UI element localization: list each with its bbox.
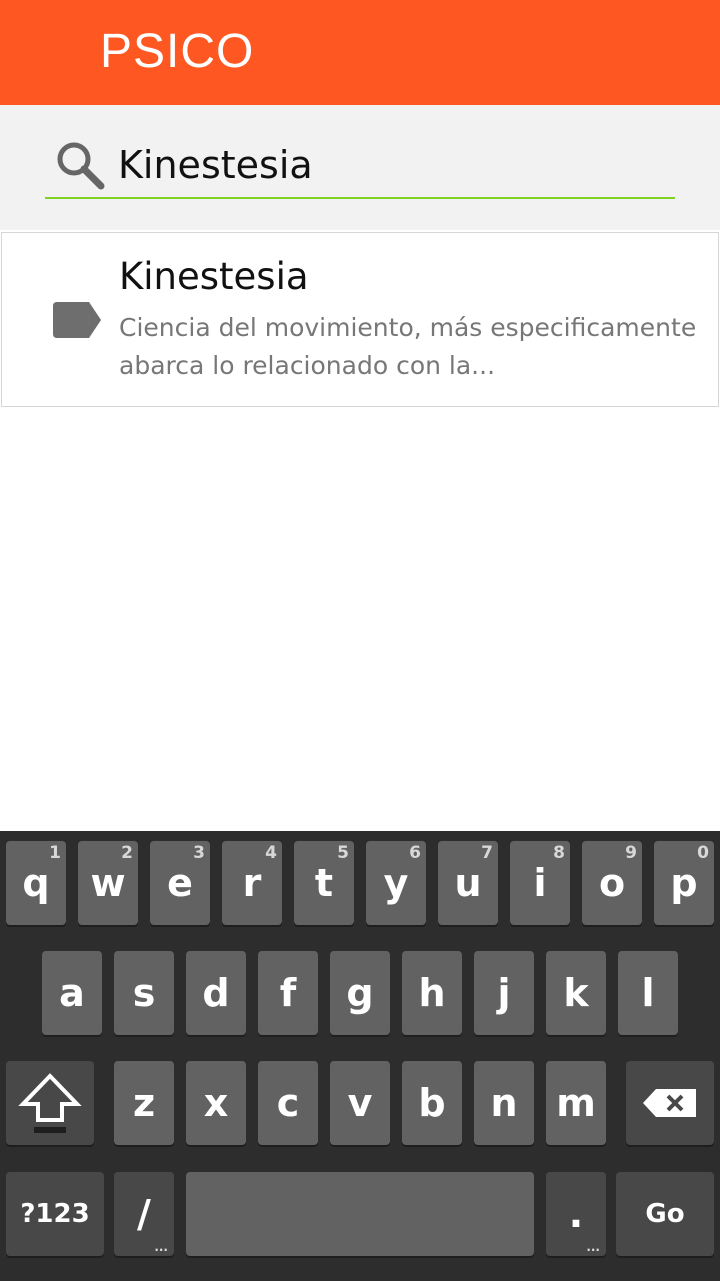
key-d[interactable]: d	[186, 951, 246, 1035]
key-label: w	[90, 861, 126, 905]
result-title: Kinestesia	[119, 255, 309, 298]
key-m[interactable]: m	[546, 1061, 606, 1145]
search-underline	[45, 197, 675, 199]
key-label: .	[568, 1192, 584, 1236]
key-hint: 3	[193, 843, 205, 863]
key-i[interactable]: i8	[510, 841, 570, 925]
key-hint: 9	[625, 843, 637, 863]
key-w[interactable]: w2	[78, 841, 138, 925]
key-k[interactable]: k	[546, 951, 606, 1035]
more-hint: ...	[154, 1240, 168, 1254]
key-c[interactable]: c	[258, 1061, 318, 1145]
key-o[interactable]: o9	[582, 841, 642, 925]
key-g[interactable]: g	[330, 951, 390, 1035]
slash-key[interactable]: /...	[114, 1172, 174, 1256]
key-b[interactable]: b	[402, 1061, 462, 1145]
space-key[interactable]	[186, 1172, 534, 1256]
backspace-icon	[643, 1089, 696, 1117]
symbols-key[interactable]: ?123	[6, 1172, 104, 1256]
key-hint: 1	[49, 843, 61, 863]
key-s[interactable]: s	[114, 951, 174, 1035]
key-label: i	[533, 861, 547, 905]
key-a[interactable]: a	[42, 951, 102, 1035]
more-hint: ...	[586, 1240, 600, 1254]
go-key[interactable]: Go	[616, 1172, 714, 1256]
result-description: Ciencia del movimiento, más especificame…	[119, 313, 697, 380]
key-hint: 2	[121, 843, 133, 863]
period-key[interactable]: ....	[546, 1172, 606, 1256]
key-label: e	[167, 861, 193, 905]
key-p[interactable]: p0	[654, 841, 714, 925]
key-e[interactable]: e3	[150, 841, 210, 925]
key-label: u	[454, 861, 482, 905]
key-z[interactable]: z	[114, 1061, 174, 1145]
key-hint: 8	[553, 843, 565, 863]
key-label: y	[383, 861, 409, 905]
search-input[interactable]	[118, 135, 658, 195]
key-label: r	[242, 861, 262, 905]
key-y[interactable]: y6	[366, 841, 426, 925]
key-hint: 7	[481, 843, 493, 863]
app-bar: PSICO	[0, 0, 720, 105]
shift-key[interactable]	[6, 1061, 94, 1145]
soft-keyboard: q1 w2 e3 r4 t5 y6 u7 i8 o9 p0 a s d f g …	[0, 831, 720, 1281]
key-q[interactable]: q1	[6, 841, 66, 925]
key-u[interactable]: u7	[438, 841, 498, 925]
key-label: p	[670, 861, 698, 905]
search-bar	[0, 105, 720, 230]
key-h[interactable]: h	[402, 951, 462, 1035]
key-r[interactable]: r4	[222, 841, 282, 925]
key-x[interactable]: x	[186, 1061, 246, 1145]
key-label: q	[22, 861, 50, 905]
key-l[interactable]: l	[618, 951, 678, 1035]
key-hint: 0	[697, 843, 709, 863]
search-icon	[57, 142, 105, 190]
key-label: o	[598, 861, 626, 905]
list-item[interactable]: Kinestesia Ciencia del movimiento, más e…	[1, 232, 719, 407]
key-label: /	[137, 1192, 151, 1236]
app-title: PSICO	[100, 25, 255, 78]
label-icon	[53, 302, 101, 338]
key-hint: 5	[337, 843, 349, 863]
key-hint: 4	[265, 843, 277, 863]
key-hint: 6	[409, 843, 421, 863]
backspace-key[interactable]	[626, 1061, 714, 1145]
key-v[interactable]: v	[330, 1061, 390, 1145]
key-t[interactable]: t5	[294, 841, 354, 925]
key-f[interactable]: f	[258, 951, 318, 1035]
shift-icon	[18, 1073, 82, 1133]
key-n[interactable]: n	[474, 1061, 534, 1145]
key-j[interactable]: j	[474, 951, 534, 1035]
key-label: t	[314, 861, 334, 905]
